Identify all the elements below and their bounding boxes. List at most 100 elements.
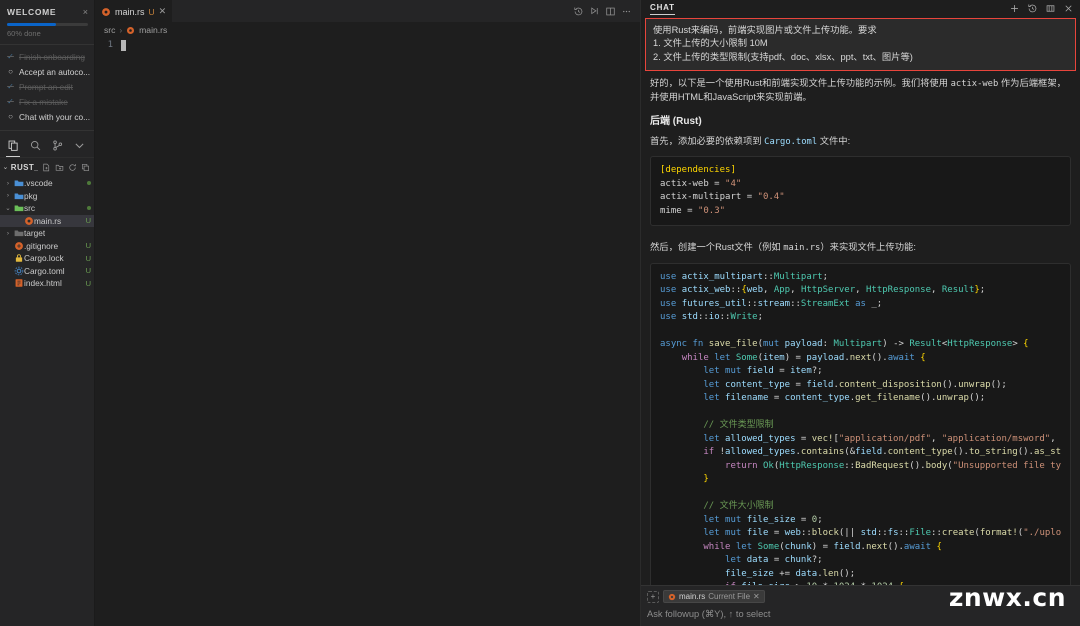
deps-text-b: 文件中: bbox=[817, 135, 851, 146]
source-control-icon[interactable] bbox=[46, 135, 68, 155]
welcome-close-icon[interactable]: × bbox=[83, 7, 88, 17]
onboarding-step[interactable]: ○ Accept an autoco... bbox=[0, 64, 94, 79]
check-icon: ✓ bbox=[7, 82, 14, 91]
tree-row-cargo-lock[interactable]: Cargo.lock U bbox=[0, 252, 94, 265]
tab-bar-spacer bbox=[172, 0, 569, 22]
context-chip-current-file[interactable]: main.rs Current File ✕ bbox=[663, 590, 765, 603]
chevron-right-icon[interactable]: › bbox=[3, 230, 13, 237]
assistant-message: 好的，以下是一个使用Rust和前端实现文件上传功能的示例。我们将使用 actix… bbox=[641, 71, 1080, 150]
tree-row-label: main.rs bbox=[34, 215, 62, 226]
chevron-down-icon[interactable] bbox=[68, 135, 90, 155]
onboarding-progress-fill bbox=[7, 23, 56, 26]
tree-row-label: .gitignore bbox=[24, 240, 59, 251]
new-chat-icon[interactable] bbox=[1009, 3, 1020, 14]
lock-icon bbox=[13, 253, 24, 263]
onboarding-step-label: Chat with your co... bbox=[19, 111, 91, 122]
breadcrumb-folder[interactable]: src bbox=[104, 25, 115, 35]
run-icon[interactable] bbox=[589, 6, 600, 17]
onboarding-step[interactable]: ○ Chat with your co... bbox=[0, 109, 94, 124]
collapse-all-icon[interactable] bbox=[79, 161, 91, 173]
then-text-b: ）来实现文件上传功能: bbox=[820, 242, 916, 253]
user-message-line: 使用Rust来编码，前端实现图片或文件上传功能。要求 bbox=[653, 25, 877, 36]
chat-conversation[interactable]: 使用Rust来编码，前端实现图片或文件上传功能。要求 1. 文件上传的大小限制 … bbox=[641, 17, 1080, 585]
toml-icon bbox=[13, 266, 24, 276]
breadcrumb[interactable]: src › main.rs bbox=[95, 22, 640, 38]
close-icon[interactable]: ✕ bbox=[159, 6, 167, 17]
explorer-icon[interactable] bbox=[2, 135, 24, 157]
deps-text-a: 首先，添加必要的依赖项到 bbox=[650, 135, 765, 146]
onboarding-step-label: Accept an autoco... bbox=[19, 66, 91, 77]
vscode-window: WELCOME × 60% done ✓ Finish onboarding ○… bbox=[0, 0, 1080, 626]
tree-row-gitignore[interactable]: .gitignore U bbox=[0, 240, 94, 253]
left-sidebar: WELCOME × 60% done ✓ Finish onboarding ○… bbox=[0, 0, 95, 626]
onboarding-progress-label: 60% done bbox=[7, 29, 41, 38]
new-folder-icon[interactable] bbox=[53, 161, 65, 173]
search-icon[interactable] bbox=[24, 135, 46, 155]
code-block-main-rs[interactable]: use actix_multipart::Multipart; use acti… bbox=[650, 262, 1071, 585]
tree-row-label: src bbox=[24, 203, 36, 214]
html-icon bbox=[13, 278, 24, 288]
git-status-badge: U bbox=[85, 253, 91, 263]
new-file-icon[interactable] bbox=[40, 161, 52, 173]
welcome-header: WELCOME × bbox=[7, 7, 88, 17]
breadcrumb-file[interactable]: main.rs bbox=[139, 25, 167, 35]
inline-code-cargo-toml: Cargo.toml bbox=[764, 136, 818, 147]
tree-row-cargo-toml[interactable]: Cargo.toml U bbox=[0, 265, 94, 278]
assistant-intro-paragraph: 好的，以下是一个使用Rust和前端实现文件上传功能的示例。我们将使用 actix… bbox=[650, 77, 1071, 105]
code-line[interactable] bbox=[118, 40, 126, 626]
circle-icon: ○ bbox=[8, 67, 13, 76]
assistant-deps-paragraph: 首先，添加必要的依赖项到 Cargo.toml 文件中: bbox=[650, 135, 1071, 150]
chevron-down-icon: ⌄ bbox=[2, 164, 9, 171]
history-icon[interactable] bbox=[1027, 3, 1038, 14]
tree-row-target[interactable]: › target bbox=[0, 227, 94, 240]
tree-row-pkg[interactable]: › pkg bbox=[0, 190, 94, 203]
rust-file-icon bbox=[126, 26, 135, 35]
add-context-button[interactable]: + bbox=[647, 590, 659, 603]
tree-row-index-html[interactable]: index.html U bbox=[0, 277, 94, 290]
close-icon[interactable]: ✕ bbox=[753, 592, 760, 601]
user-message-line: 2. 文件上传的类型限制(支持pdf、doc、xlsx、ppt、txt、图片等) bbox=[653, 51, 913, 62]
explorer-header[interactable]: ⌄ RUST_... bbox=[0, 157, 94, 176]
history-icon[interactable] bbox=[573, 6, 584, 17]
line-number-gutter: 1 bbox=[95, 40, 118, 626]
refresh-icon[interactable] bbox=[66, 161, 78, 173]
more-actions-icon[interactable] bbox=[621, 6, 632, 17]
onboarding-step[interactable]: ✓ Finish onboarding bbox=[0, 49, 94, 64]
welcome-panel: WELCOME × 60% done bbox=[0, 0, 94, 45]
maximize-icon[interactable] bbox=[1045, 3, 1056, 14]
tree-row-label: target bbox=[24, 228, 46, 239]
onboarding-step-label: Finish onboarding bbox=[19, 51, 85, 62]
tree-row-vscode[interactable]: › .vscode bbox=[0, 177, 94, 190]
chevron-right-icon[interactable]: › bbox=[3, 180, 13, 187]
welcome-title: WELCOME bbox=[7, 7, 57, 17]
user-message: 使用Rust来编码，前端实现图片或文件上传功能。要求 1. 文件上传的大小限制 … bbox=[645, 18, 1076, 71]
chevron-right-icon[interactable]: › bbox=[3, 192, 13, 199]
editor-group: main.rs U ✕ src › main.rs 1 bbox=[95, 0, 640, 626]
tree-row-src[interactable]: ⌄ src bbox=[0, 202, 94, 215]
assistant-message-2: 然后，创建一个Rust文件（例如 main.rs）来实现文件上传功能: bbox=[641, 235, 1080, 256]
chat-panel-header: CHAT bbox=[641, 0, 1080, 18]
editor-tab-main-rs[interactable]: main.rs U ✕ bbox=[95, 0, 173, 22]
then-text-a: 然后，创建一个Rust文件（例如 bbox=[650, 242, 784, 253]
chat-panel: CHAT 使用Rust来编码，前端实现图片或文件上传功能。要求 1. 文件上传的… bbox=[640, 0, 1080, 626]
close-icon[interactable] bbox=[1063, 3, 1074, 14]
user-message-line: 1. 文件上传的大小限制 10M bbox=[653, 38, 768, 49]
onboarding-step[interactable]: ✓ Fix a mistake bbox=[0, 94, 94, 109]
git-status-badge: U bbox=[85, 216, 91, 226]
chat-panel-actions bbox=[1009, 3, 1074, 14]
onboarding-step[interactable]: ✓ Prompt an edit bbox=[0, 79, 94, 94]
tree-row-main-rs[interactable]: main.rs U bbox=[0, 214, 94, 227]
chevron-down-icon[interactable]: ⌄ bbox=[3, 204, 13, 212]
rust-file-icon bbox=[23, 216, 34, 226]
code-block-content: use actix_multipart::Multipart; use acti… bbox=[660, 271, 1061, 585]
editor-tab-label: main.rs bbox=[115, 6, 145, 17]
rust-file-icon bbox=[101, 7, 111, 17]
onboarding-step-label: Prompt an edit bbox=[19, 81, 73, 92]
context-chip-filename: main.rs bbox=[679, 592, 706, 601]
tab-chat[interactable]: CHAT bbox=[650, 3, 675, 15]
code-block-cargo-toml[interactable]: [dependencies] actix-web = "4" actix-mul… bbox=[650, 156, 1071, 227]
code-editor[interactable]: 1 bbox=[95, 38, 640, 626]
onboarding-progress-bar bbox=[7, 23, 88, 26]
split-editor-icon[interactable] bbox=[605, 6, 616, 17]
git-status-badge: U bbox=[148, 6, 155, 17]
